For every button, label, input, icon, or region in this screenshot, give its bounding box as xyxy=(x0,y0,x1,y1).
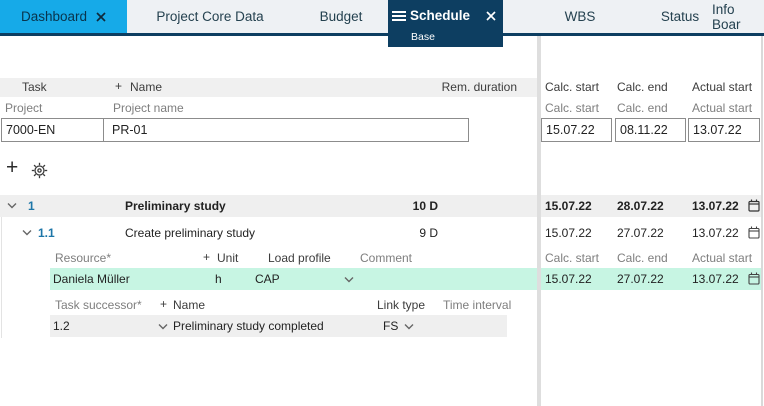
close-icon[interactable] xyxy=(486,11,496,21)
tab-dashboard-label: Dashboard xyxy=(21,9,87,24)
project-actual-start-input[interactable]: 13.07.22 xyxy=(688,118,760,142)
task-calc-end: 27.07.22 xyxy=(617,226,664,240)
label-actual-start: Actual start xyxy=(692,101,752,115)
resource-unit[interactable]: h xyxy=(215,272,222,286)
column-header-calc-start: Calc. start xyxy=(545,80,599,94)
settings-gear-icon[interactable] xyxy=(31,162,48,179)
dropdown-chevron-icon[interactable] xyxy=(404,323,414,330)
tab-status[interactable]: Status xyxy=(650,0,710,33)
scrollbar-track[interactable] xyxy=(761,36,763,406)
load-profile-column-header: Load profile xyxy=(268,251,331,265)
add-resource-button[interactable]: + xyxy=(203,250,210,264)
dropdown-chevron-icon[interactable] xyxy=(344,276,354,283)
tab-info-board[interactable]: Info Boar xyxy=(712,0,764,33)
tab-schedule[interactable]: Schedule Base xyxy=(388,0,503,47)
pane-divider[interactable] xyxy=(537,36,541,406)
resource-actual-start-header: Actual start xyxy=(692,251,752,265)
chevron-down-icon[interactable] xyxy=(7,202,17,209)
project-id-input[interactable]: 7000-EN xyxy=(2,119,104,141)
resource-calc-start-header: Calc. start xyxy=(545,251,599,265)
task-actual-start: 13.07.22 xyxy=(692,226,739,240)
tab-bar: Dashboard Project Core Data Budget Sched… xyxy=(0,0,764,36)
project-name-input[interactable]: PR-01 xyxy=(104,119,468,141)
tab-budget-label: Budget xyxy=(320,9,363,24)
chevron-down-icon[interactable] xyxy=(22,229,32,236)
task-wbs-number: 1.1 xyxy=(38,226,55,240)
tab-status-label: Status xyxy=(661,9,699,24)
calendar-icon[interactable] xyxy=(748,226,760,239)
tab-wbs-label: WBS xyxy=(565,9,596,24)
successor-id[interactable]: 1.2 xyxy=(53,319,70,333)
task-row[interactable] xyxy=(0,195,537,217)
label-calc-start: Calc. start xyxy=(545,101,599,115)
tab-dashboard[interactable]: Dashboard xyxy=(0,0,127,33)
label-calc-end: Calc. end xyxy=(617,101,668,115)
tab-info-board-label: Info Boar xyxy=(712,2,764,32)
task-successor-column-header: Task successor* xyxy=(55,298,142,312)
tab-schedule-sublabel: Base xyxy=(411,31,435,43)
add-task-button[interactable]: + xyxy=(6,156,18,180)
task-rem-duration: 9 D xyxy=(380,226,438,240)
resource-actual-start: 13.07.22 xyxy=(692,272,739,286)
resource-load-profile[interactable]: CAP xyxy=(255,272,280,286)
column-header-name: Name xyxy=(130,80,162,94)
resource-calc-end: 27.07.22 xyxy=(617,272,664,286)
task-wbs-number: 1 xyxy=(28,199,35,213)
close-icon[interactable] xyxy=(96,12,106,22)
add-column-button[interactable]: + xyxy=(115,79,122,93)
tab-budget[interactable]: Budget xyxy=(293,0,389,33)
task-rem-duration: 10 D xyxy=(380,199,438,213)
link-type-column-header: Link type xyxy=(377,298,425,312)
dropdown-chevron-icon[interactable] xyxy=(158,323,168,330)
time-interval-column-header: Time interval xyxy=(443,298,511,312)
task-name: Create preliminary study xyxy=(125,226,255,240)
project-input-group: 7000-EN PR-01 xyxy=(1,118,469,142)
task-calc-start: 15.07.22 xyxy=(545,226,592,240)
project-calc-end-input[interactable]: 08.11.22 xyxy=(615,118,686,142)
column-header-calc-end: Calc. end xyxy=(617,80,668,94)
tab-schedule-label: Schedule xyxy=(410,8,470,23)
task-calc-end: 28.07.22 xyxy=(617,199,664,213)
add-successor-button[interactable]: + xyxy=(160,297,167,311)
resource-column-header: Resource* xyxy=(55,251,111,265)
resource-calc-end-header: Calc. end xyxy=(617,251,668,265)
task-name: Preliminary study xyxy=(125,199,226,213)
successor-name-column-header: Name xyxy=(173,298,205,312)
unit-column-header: Unit xyxy=(217,251,238,265)
tab-project-core-data-label: Project Core Data xyxy=(156,9,263,24)
resource-name[interactable]: Daniela Müller xyxy=(53,272,130,286)
resource-calc-start: 15.07.22 xyxy=(545,272,592,286)
calendar-icon[interactable] xyxy=(748,272,760,285)
task-actual-start: 13.07.22 xyxy=(692,199,739,213)
column-header-task: Task xyxy=(22,80,47,94)
label-project: Project xyxy=(5,101,42,115)
column-header-rem-duration: Rem. duration xyxy=(400,80,517,94)
tab-project-core-data[interactable]: Project Core Data xyxy=(127,0,293,33)
successor-name: Preliminary study completed xyxy=(173,319,324,333)
column-header-actual-start: Actual start xyxy=(692,80,752,94)
tab-wbs[interactable]: WBS xyxy=(503,0,657,33)
successor-link-type[interactable]: FS xyxy=(383,319,398,333)
calendar-icon[interactable] xyxy=(748,199,760,212)
project-calc-start-input[interactable]: 15.07.22 xyxy=(541,118,612,142)
schedule-app-window: Dashboard Project Core Data Budget Sched… xyxy=(0,0,764,406)
label-project-name: Project name xyxy=(113,101,184,115)
hamburger-menu-icon[interactable] xyxy=(392,10,406,22)
task-calc-start: 15.07.22 xyxy=(545,199,592,213)
comment-column-header: Comment xyxy=(360,251,412,265)
